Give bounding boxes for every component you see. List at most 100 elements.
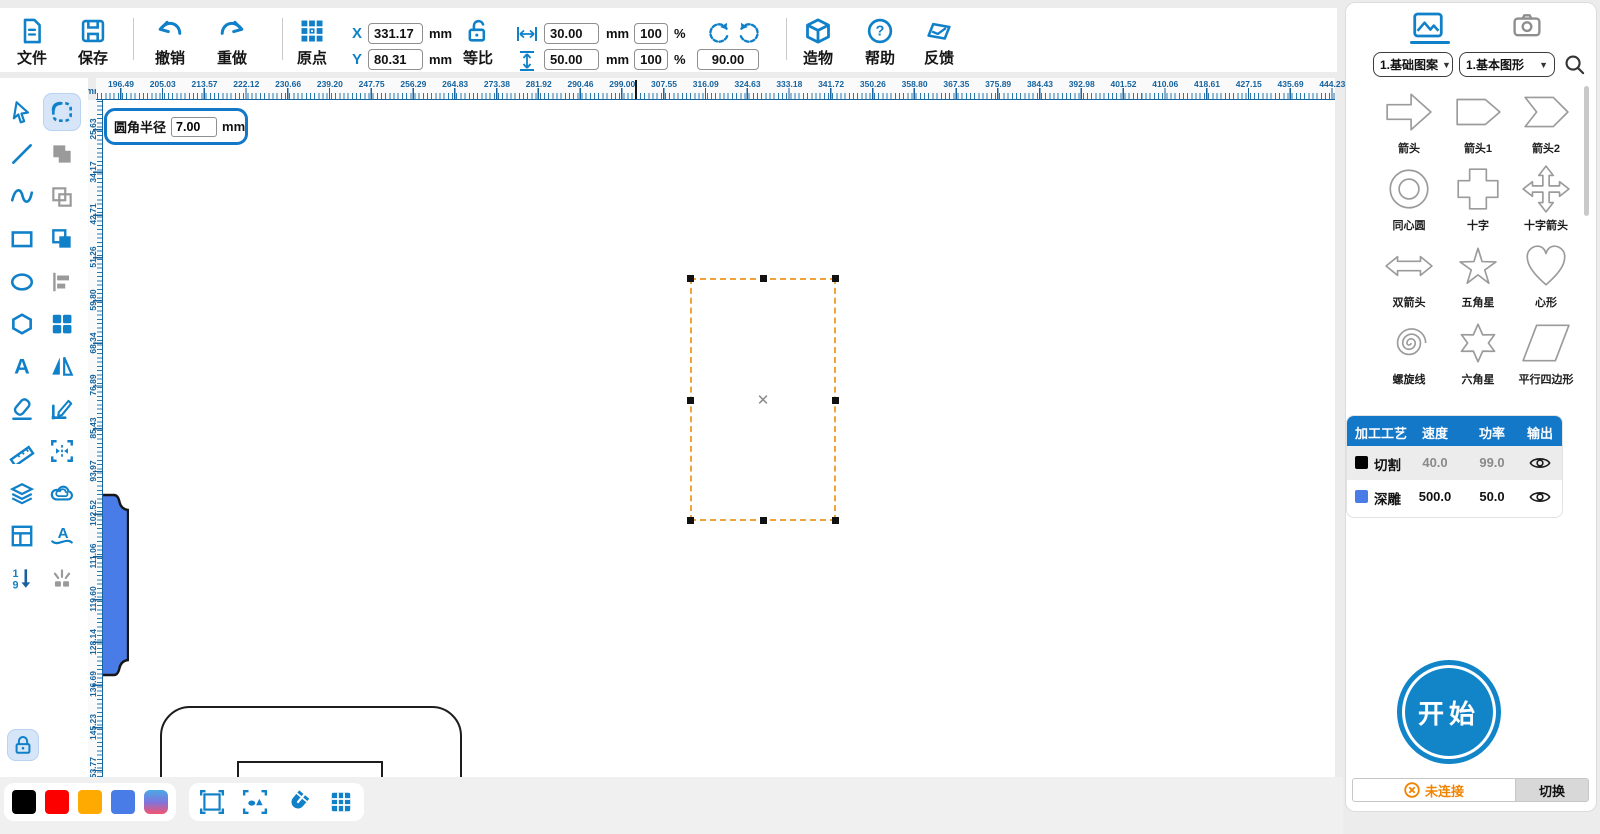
create-button[interactable]: 造物	[803, 17, 833, 68]
x-position-input[interactable]	[368, 23, 423, 44]
inner-rectangle-shape[interactable]	[237, 761, 383, 777]
tab-camera[interactable]	[1513, 12, 1541, 38]
shape-item-spiral[interactable]	[1381, 317, 1437, 369]
selection-handle-s[interactable]	[760, 517, 767, 524]
mirror-tool[interactable]	[43, 347, 81, 385]
shape-item-cross-arrows[interactable]	[1518, 163, 1574, 215]
selection-handle-w[interactable]	[687, 397, 694, 404]
curve-tool[interactable]	[3, 178, 41, 216]
process-row[interactable]: 切割40.099.0	[1347, 446, 1562, 480]
start-button[interactable]: 开始	[1397, 660, 1501, 764]
color-swatch-2[interactable]	[45, 790, 69, 814]
offset-tool[interactable]	[43, 475, 81, 513]
sort-tool[interactable]: 19	[3, 559, 41, 597]
power-value[interactable]: 99.0	[1467, 455, 1517, 470]
feedback-button[interactable]: 反馈	[924, 17, 954, 68]
process-row[interactable]: 深雕500.050.0	[1347, 480, 1562, 514]
color-swatch-1[interactable]	[12, 790, 36, 814]
width-percent-input[interactable]	[634, 23, 668, 44]
magnet-icon[interactable]	[283, 787, 313, 817]
height-percent-input[interactable]	[634, 49, 668, 70]
disconnected-icon	[1404, 782, 1420, 798]
undo-button[interactable]: 撤销	[155, 17, 185, 68]
origin-button[interactable]: 原点	[297, 17, 327, 68]
connection-status[interactable]: 未连接	[1353, 779, 1515, 801]
lock-ratio-button[interactable]: 等比	[463, 17, 493, 68]
speed-value[interactable]: 40.0	[1410, 455, 1460, 470]
node-edit-tool[interactable]	[43, 390, 81, 428]
category-dropdown[interactable]: 1.基础图案▼	[1373, 52, 1453, 77]
grid-icon[interactable]	[326, 787, 356, 817]
polygon-tool[interactable]	[3, 305, 41, 343]
color-swatch-4[interactable]	[111, 790, 135, 814]
layer-color-swatch[interactable]	[1355, 490, 1368, 503]
lock-button[interactable]	[7, 729, 39, 761]
shape-item-label: 心形	[1501, 294, 1591, 310]
text-tool[interactable]: A	[3, 347, 41, 385]
tab-gallery[interactable]	[1413, 12, 1443, 38]
selection-handle-n[interactable]	[760, 275, 767, 282]
color-swatch-3[interactable]	[78, 790, 102, 814]
eraser-tool[interactable]	[3, 390, 41, 428]
selection-handle-sw[interactable]	[687, 517, 694, 524]
height-input[interactable]	[544, 49, 599, 70]
rotation-input[interactable]	[697, 49, 759, 70]
shape-item-concentric-circles[interactable]	[1381, 163, 1437, 215]
color-swatch-5[interactable]	[144, 790, 168, 814]
line-tool[interactable]	[3, 135, 41, 173]
subtract-tool[interactable]	[43, 178, 81, 216]
help-button[interactable]: ? 帮助	[865, 17, 895, 68]
redo-button[interactable]: 重做	[217, 17, 247, 68]
array-tool[interactable]	[43, 432, 81, 470]
selection-bounding-box[interactable]: ✕	[690, 278, 836, 521]
file-button[interactable]: 文件	[17, 17, 47, 68]
rect-tool[interactable]	[3, 220, 41, 258]
text-path-tool[interactable]: A	[43, 517, 81, 555]
selection-handle-e[interactable]	[832, 397, 839, 404]
search-icon[interactable]	[1563, 53, 1586, 76]
rotate-cw-button[interactable]	[736, 20, 762, 46]
explode-tool[interactable]	[43, 559, 81, 597]
width-input[interactable]	[544, 23, 599, 44]
frame-icon[interactable]	[197, 787, 227, 817]
eye-icon[interactable]	[1529, 455, 1551, 471]
shape-item-arrow-pentagon[interactable]	[1450, 86, 1506, 138]
ellipse-tool[interactable]	[3, 263, 41, 301]
shape-item-parallelogram[interactable]	[1518, 317, 1574, 369]
rounded-rect-tool[interactable]	[43, 93, 81, 131]
align-tool[interactable]	[43, 263, 81, 301]
subcategory-dropdown[interactable]: 1.基本图形▼	[1459, 52, 1555, 77]
shapes-scrollbar[interactable]	[1584, 86, 1589, 216]
selection-handle-se[interactable]	[832, 517, 839, 524]
corner-radius-input[interactable]	[171, 117, 217, 137]
y-position-input[interactable]	[368, 49, 423, 70]
shape-item-arrow-chevron[interactable]	[1518, 86, 1574, 138]
shape-item-heart[interactable]	[1518, 240, 1574, 292]
selection-handle-nw[interactable]	[687, 275, 694, 282]
blue-tab-shape[interactable]	[103, 492, 129, 678]
union-tool[interactable]	[43, 135, 81, 173]
group-tool[interactable]	[43, 305, 81, 343]
power-value[interactable]: 50.0	[1467, 489, 1517, 504]
canvas[interactable]: ✕ 圆角半径 mm	[103, 100, 1335, 777]
shape-item-star-5[interactable]	[1450, 240, 1506, 292]
rotate-ccw-button[interactable]	[706, 20, 732, 46]
table-tool[interactable]	[3, 517, 41, 555]
parallelogram-icon	[1521, 318, 1571, 368]
layer-color-swatch[interactable]	[1355, 456, 1368, 469]
shape-item-double-arrow[interactable]	[1381, 240, 1437, 292]
double-arrow-icon	[1384, 241, 1434, 291]
selection-handle-ne[interactable]	[832, 275, 839, 282]
shape-item-arrow-right[interactable]	[1381, 86, 1437, 138]
save-button[interactable]: 保存	[78, 17, 108, 68]
select-arrow[interactable]	[3, 93, 41, 131]
speed-value[interactable]: 500.0	[1410, 489, 1460, 504]
eye-icon[interactable]	[1529, 489, 1551, 505]
ruler-tool[interactable]	[3, 432, 41, 470]
shape-item-cross[interactable]	[1450, 163, 1506, 215]
fit-selection-icon[interactable]	[240, 787, 270, 817]
shape-item-star-6[interactable]	[1450, 317, 1506, 369]
switch-device-button[interactable]: 切换	[1515, 779, 1588, 801]
intersect-tool[interactable]	[43, 220, 81, 258]
layers-tool[interactable]	[3, 475, 41, 513]
